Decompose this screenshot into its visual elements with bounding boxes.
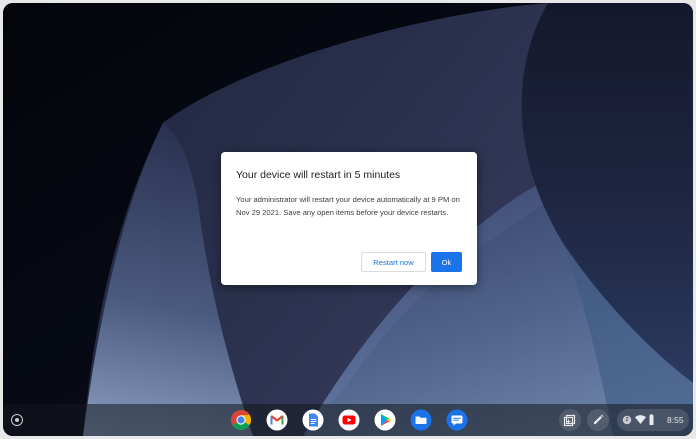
restart-notification-dialog: Your device will restart in 5 minutes Yo… xyxy=(221,152,477,285)
stylus-tools-button[interactable] xyxy=(587,409,609,431)
dialog-title: Your device will restart in 5 minutes xyxy=(236,169,401,181)
gmail-icon[interactable] xyxy=(266,409,288,431)
tote-icon xyxy=(563,414,576,427)
wifi-icon xyxy=(635,415,646,424)
dialog-message: Your administrator will restart your dev… xyxy=(236,195,460,217)
stylus-icon xyxy=(594,414,604,424)
docs-icon[interactable] xyxy=(302,409,324,431)
shelf: 2 8:55 xyxy=(3,404,693,436)
files-icon[interactable] xyxy=(410,409,432,431)
ok-button[interactable]: Ok xyxy=(431,252,462,272)
notification-count: 2 xyxy=(625,417,629,423)
messages-icon[interactable] xyxy=(446,409,468,431)
clock: 8:55 xyxy=(667,415,684,425)
battery-icon xyxy=(649,415,654,425)
launcher-button[interactable] xyxy=(11,414,23,426)
play-store-icon[interactable] xyxy=(374,409,396,431)
tote-button[interactable] xyxy=(559,409,581,431)
status-area[interactable]: 2 8:55 xyxy=(617,409,689,431)
chrome-icon[interactable] xyxy=(230,409,252,431)
restart-now-button[interactable]: Restart now xyxy=(361,252,426,272)
desktop: Your device will restart in 5 minutes Yo… xyxy=(3,3,693,436)
youtube-icon[interactable] xyxy=(338,409,360,431)
